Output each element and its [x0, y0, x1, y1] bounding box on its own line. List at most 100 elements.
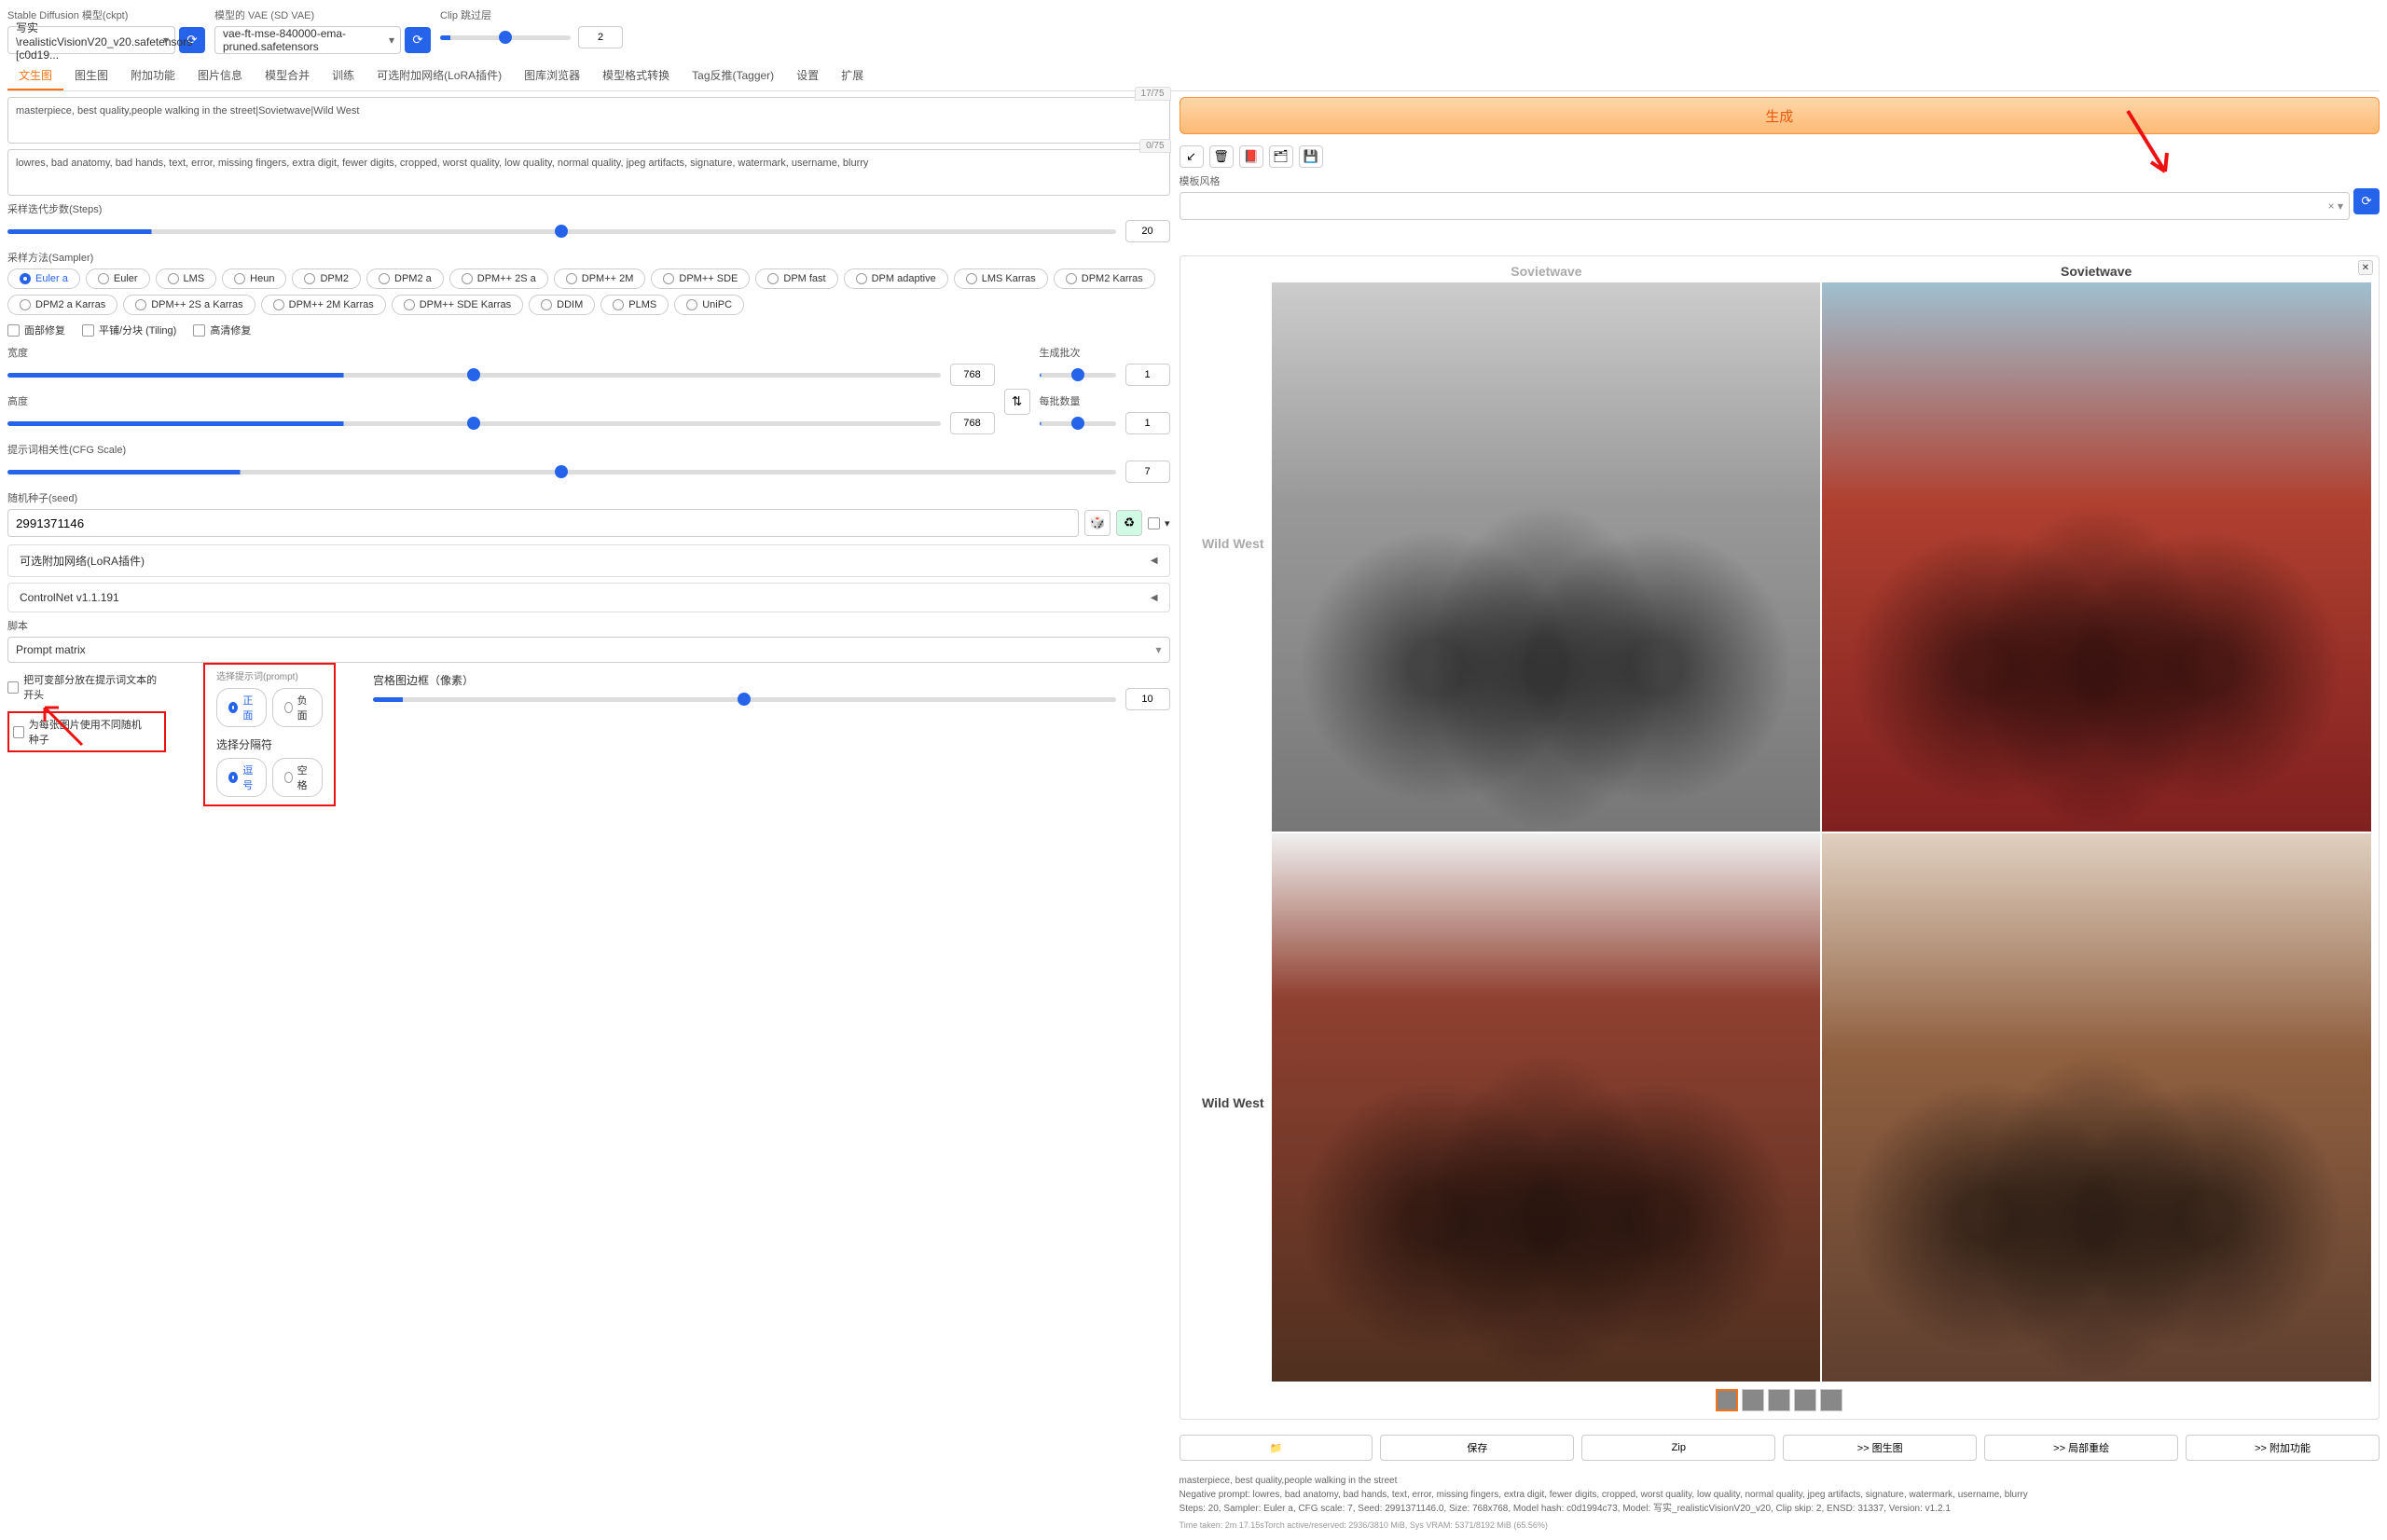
batch-count-value[interactable]: [1125, 364, 1170, 386]
sampler-lms-karras[interactable]: LMS Karras: [954, 268, 1048, 289]
prompt-positive[interactable]: 17/75 masterpiece, best quality,people w…: [7, 97, 1170, 144]
tab-lora[interactable]: 可选附加网络(LoRA插件): [366, 62, 513, 90]
hires-checkbox[interactable]: 高清修复: [193, 323, 251, 337]
thumb-2[interactable]: [1768, 1389, 1790, 1411]
prompt-positive-radio[interactable]: 正面: [216, 688, 267, 727]
ckpt-select[interactable]: 写实\realisticVisionV20_v20.safetensors [c…: [7, 26, 175, 54]
diff-seed-checkbox[interactable]: 为每张图片使用不同随机种子: [13, 717, 147, 747]
clip-value[interactable]: [578, 26, 623, 48]
lora-accordion[interactable]: 可选附加网络(LoRA插件): [7, 544, 1170, 577]
sampler-euler[interactable]: Euler: [86, 268, 150, 289]
batch-size-value[interactable]: [1125, 412, 1170, 434]
style-select[interactable]: × ▾: [1180, 192, 2350, 220]
height-value[interactable]: [950, 412, 995, 434]
output-image-2[interactable]: [1822, 282, 2371, 832]
send-img2img-button[interactable]: >> 图生图: [1783, 1435, 1977, 1461]
sampler-heun[interactable]: Heun: [222, 268, 286, 289]
tab-convert[interactable]: 模型格式转换: [591, 62, 681, 90]
tab-merge[interactable]: 模型合并: [254, 62, 321, 90]
tab-extensions[interactable]: 扩展: [830, 62, 875, 90]
tab-browser[interactable]: 图库浏览器: [513, 62, 591, 90]
cfg-value[interactable]: [1125, 461, 1170, 483]
sampler-dpm-adaptive[interactable]: DPM adaptive: [844, 268, 948, 289]
generation-info: masterpiece, best quality,people walking…: [1180, 1474, 2380, 1533]
sampler-dpm2[interactable]: DPM2: [292, 268, 361, 289]
tab-txt2img[interactable]: 文生图: [7, 62, 63, 90]
script-select[interactable]: Prompt matrix▾: [7, 637, 1170, 663]
prompt-negative-radio[interactable]: 负面: [272, 688, 323, 727]
put-at-start-checkbox[interactable]: 把可变部分放在提示词文本的开头: [7, 672, 166, 702]
steps-slider[interactable]: [7, 229, 1116, 234]
sampler-dpm-2m[interactable]: DPM++ 2M: [554, 268, 646, 289]
main-tabs: 文生图 图生图 附加功能 图片信息 模型合并 训练 可选附加网络(LoRA插件)…: [7, 62, 2380, 91]
arrow-icon[interactable]: ↙: [1180, 145, 1204, 168]
generate-button[interactable]: 生成: [1180, 97, 2380, 134]
sampler-dpm-sde[interactable]: DPM++ SDE: [651, 268, 750, 289]
tab-extras[interactable]: 附加功能: [119, 62, 186, 90]
clip-slider[interactable]: [440, 35, 571, 40]
margin-slider[interactable]: [373, 697, 1116, 702]
book-icon[interactable]: 📕: [1239, 145, 1263, 168]
trash-icon[interactable]: 🗑: [1209, 145, 1234, 168]
seed-input[interactable]: [7, 509, 1079, 537]
tab-settings[interactable]: 设置: [785, 62, 830, 90]
sep-space-radio[interactable]: 空格: [272, 758, 323, 797]
sampler-unipc[interactable]: UniPC: [674, 295, 744, 315]
vae-select[interactable]: vae-ft-mse-840000-ema-pruned.safetensors: [214, 26, 401, 54]
folder-button[interactable]: 📁: [1180, 1435, 1373, 1461]
seed-extra-checkbox[interactable]: ▾: [1148, 517, 1170, 529]
width-value[interactable]: [950, 364, 995, 386]
output-image-1[interactable]: [1272, 282, 1821, 832]
vae-refresh-button[interactable]: ⟳: [405, 27, 431, 53]
sampler-dpm-2s-a[interactable]: DPM++ 2S a: [449, 268, 548, 289]
margin-value[interactable]: [1125, 688, 1170, 710]
save-button[interactable]: 保存: [1380, 1435, 1574, 1461]
thumb-grid[interactable]: [1716, 1389, 1738, 1411]
sampler-euler-a[interactable]: Euler a: [7, 268, 80, 289]
swap-dims-button[interactable]: ⇅: [1004, 389, 1030, 415]
tab-tagger[interactable]: Tag反推(Tagger): [681, 62, 785, 90]
sampler-lms[interactable]: LMS: [156, 268, 217, 289]
controlnet-accordion[interactable]: ControlNet v1.1.191: [7, 583, 1170, 612]
tab-pnginfo[interactable]: 图片信息: [186, 62, 254, 90]
sep-comma-radio[interactable]: 逗号: [216, 758, 267, 797]
close-icon[interactable]: ✕: [2358, 260, 2373, 275]
tiling-checkbox[interactable]: 平铺/分块 (Tiling): [82, 323, 176, 337]
sampler-group: Euler a Euler LMSHeun DPM2DPM2 aDPM++ 2S a D…: [7, 268, 1170, 315]
thumb-4[interactable]: [1820, 1389, 1842, 1411]
sampler-dpm-2s-a-karras[interactable]: DPM++ 2S a Karras: [123, 295, 255, 315]
zip-button[interactable]: Zip: [1581, 1435, 1775, 1461]
seed-recycle-button[interactable]: ♻: [1116, 510, 1142, 536]
sampler-dpm2-karras[interactable]: DPM2 Karras: [1054, 268, 1155, 289]
card-icon[interactable]: 🗂: [1269, 145, 1293, 168]
style-refresh-button[interactable]: ⟳: [2353, 188, 2380, 214]
face-restore-checkbox[interactable]: 面部修复: [7, 323, 65, 337]
sampler-dpm-sde-karras[interactable]: DPM++ SDE Karras: [392, 295, 523, 315]
sampler-dpm-fast[interactable]: DPM fast: [755, 268, 837, 289]
margin-label: 宫格图边框（像素）: [373, 674, 474, 687]
steps-value[interactable]: [1125, 220, 1170, 242]
sampler-dpm-2m-karras[interactable]: DPM++ 2M Karras: [261, 295, 386, 315]
output-image-4[interactable]: [1822, 833, 2371, 1382]
sampler-label: 采样方法(Sampler): [7, 250, 1170, 265]
tab-train[interactable]: 训练: [321, 62, 366, 90]
width-slider[interactable]: [7, 373, 941, 378]
send-inpaint-button[interactable]: >> 局部重绘: [1984, 1435, 2178, 1461]
sampler-dpm2-a[interactable]: DPM2 a: [366, 268, 444, 289]
height-slider[interactable]: [7, 421, 941, 426]
prompt-negative[interactable]: 0/75 lowres, bad anatomy, bad hands, tex…: [7, 149, 1170, 196]
batch-count-slider[interactable]: [1040, 373, 1116, 378]
tab-img2img[interactable]: 图生图: [63, 62, 119, 90]
save-icon[interactable]: 💾: [1299, 145, 1323, 168]
sampler-dpm2-a-karras[interactable]: DPM2 a Karras: [7, 295, 117, 315]
seed-dice-button[interactable]: 🎲: [1084, 510, 1111, 536]
sampler-ddim[interactable]: DDIM: [529, 295, 595, 315]
batch-size-slider[interactable]: [1040, 421, 1116, 426]
thumb-1[interactable]: [1742, 1389, 1764, 1411]
send-extras-button[interactable]: >> 附加功能: [2186, 1435, 2380, 1461]
sampler-plms[interactable]: PLMS: [600, 295, 669, 315]
thumb-3[interactable]: [1794, 1389, 1816, 1411]
cfg-slider[interactable]: [7, 470, 1116, 474]
vae-label: 模型的 VAE (SD VAE): [214, 7, 431, 22]
output-image-3[interactable]: [1272, 833, 1821, 1382]
